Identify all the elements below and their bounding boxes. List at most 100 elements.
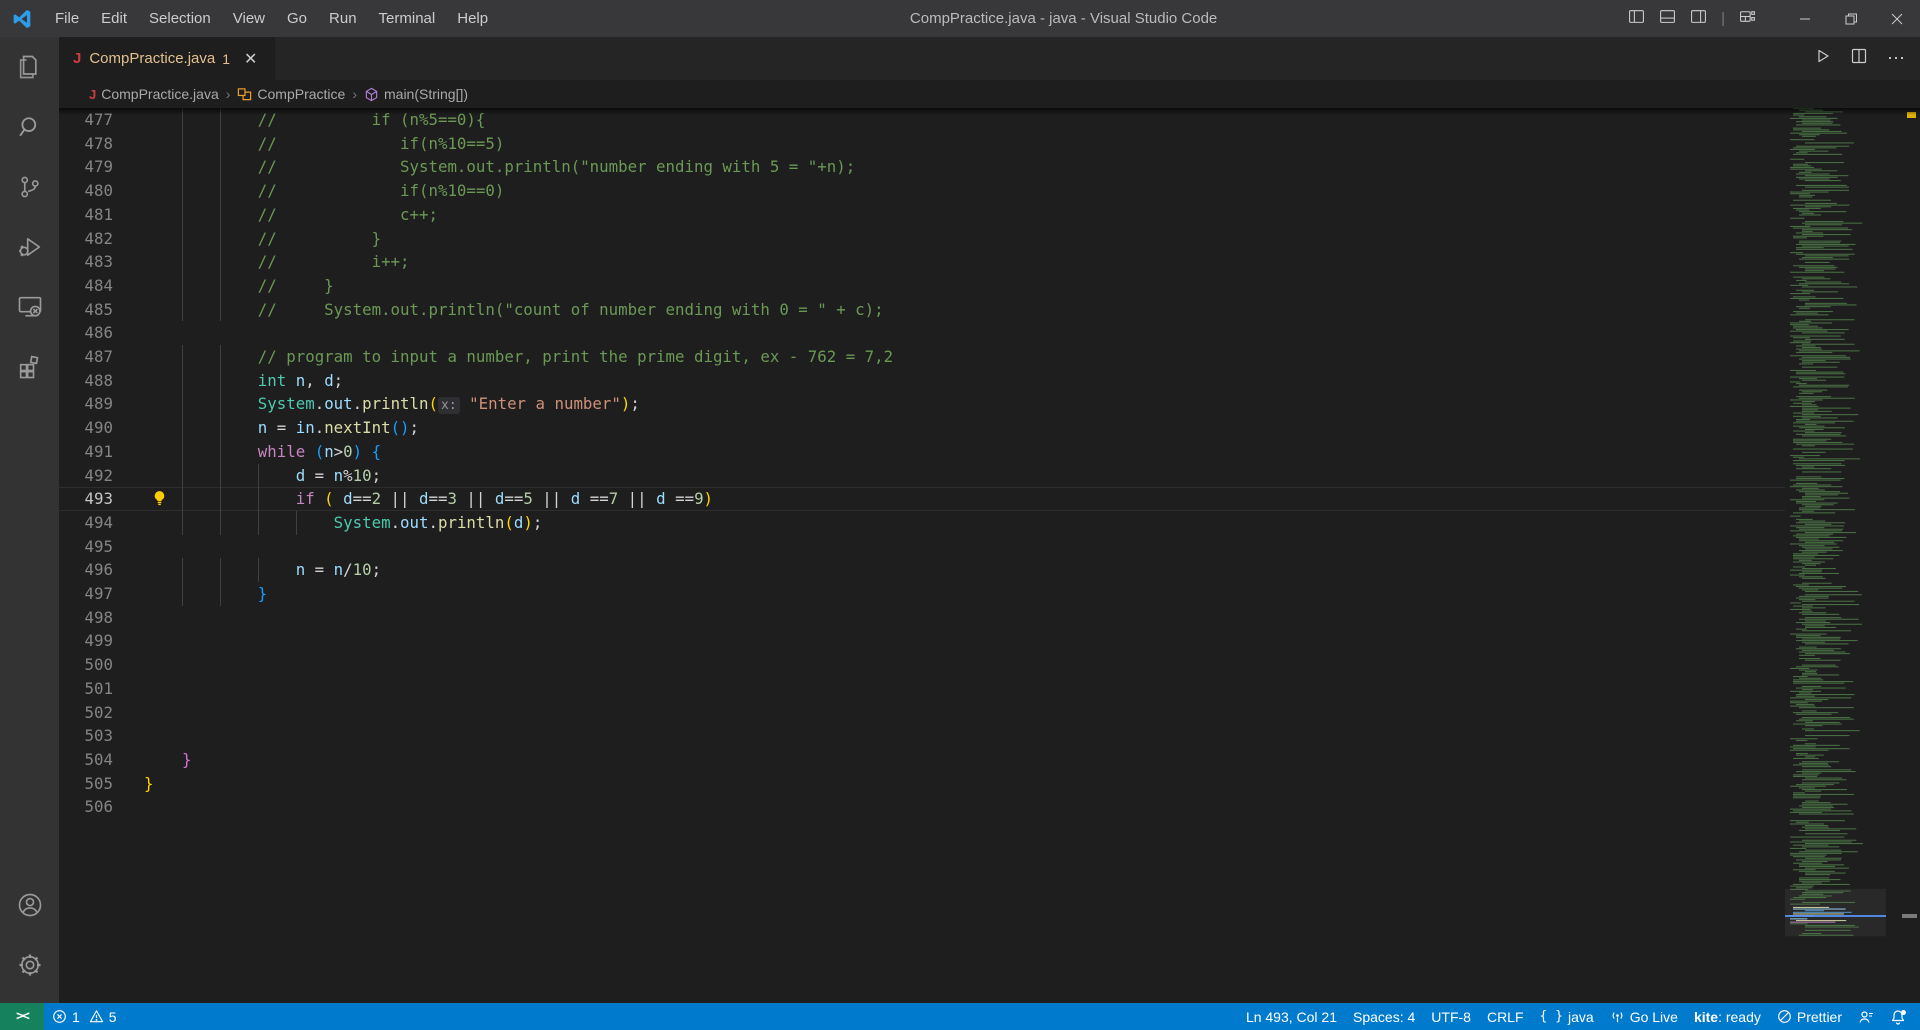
menu-edit[interactable]: Edit <box>90 0 138 37</box>
account-icon[interactable] <box>0 875 59 935</box>
menu-run[interactable]: Run <box>318 0 368 37</box>
menu-selection[interactable]: Selection <box>138 0 222 37</box>
statusbar-language-mode[interactable]: { }java <box>1532 1003 1602 1030</box>
code-line[interactable]: 490 n = in.nextInt(); <box>59 416 1785 440</box>
notification-badge <box>1901 1010 1906 1015</box>
indent-guide <box>182 345 183 369</box>
code-line[interactable]: 505} <box>59 772 1785 796</box>
remote-explorer-icon[interactable] <box>0 277 59 337</box>
menu-file[interactable]: File <box>44 0 90 37</box>
explorer-icon[interactable] <box>0 37 59 97</box>
toggle-sidebar-icon[interactable] <box>1628 8 1645 30</box>
statusbar-kite-status[interactable]: kite: ready <box>1686 1003 1769 1030</box>
code-line[interactable]: 504 } <box>59 748 1785 772</box>
code-line[interactable]: 500 <box>59 653 1785 677</box>
indent-guide <box>182 108 183 132</box>
run-debug-icon[interactable] <box>0 217 59 277</box>
minimize-icon[interactable] <box>1782 0 1828 37</box>
code-line-current[interactable]: 493 if ( d==2 || d==3 || d==5 || d ==7 |… <box>59 487 1785 511</box>
extensions-icon[interactable] <box>0 337 59 397</box>
code-line[interactable]: 485 // System.out.println("count of numb… <box>59 298 1785 322</box>
minimap[interactable] <box>1785 108 1886 1003</box>
line-number: 481 <box>59 203 113 227</box>
code-line[interactable]: 482 // } <box>59 227 1785 251</box>
statusbar-feedback[interactable] <box>1850 1003 1882 1030</box>
customize-layout-icon[interactable] <box>1739 8 1756 30</box>
indent-guide <box>258 558 259 582</box>
tab-close-icon[interactable]: ✕ <box>244 49 257 69</box>
statusbar-go-live[interactable]: Go Live <box>1602 1003 1686 1030</box>
layout-controls: | <box>1628 8 1756 30</box>
breadcrumb-item-0[interactable]: JCompPractice.java <box>89 86 219 102</box>
menu-help[interactable]: Help <box>446 0 499 37</box>
code-line[interactable]: 481 // c++; <box>59 203 1785 227</box>
menu-view[interactable]: View <box>222 0 276 37</box>
code-line[interactable]: 483 // i++; <box>59 250 1785 274</box>
code-area[interactable]: 477 // if (n%5==0){478 // if(n%10==5)479… <box>59 108 1920 1003</box>
remote-indicator[interactable]: >< <box>0 1003 44 1030</box>
code-line[interactable]: 486 <box>59 321 1785 345</box>
statusbar-notifications[interactable] <box>1882 1003 1914 1030</box>
indent-guide <box>296 511 297 535</box>
statusbar-eol[interactable]: CRLF <box>1479 1003 1532 1030</box>
code-line[interactable]: 497 } <box>59 582 1785 606</box>
breadcrumb-item-1[interactable]: CompPractice <box>237 86 345 102</box>
tab-comppractice-java[interactable]: J CompPractice.java 1 ✕ <box>59 37 275 80</box>
settings-gear-icon[interactable] <box>0 935 59 995</box>
editor-pane[interactable]: 477 // if (n%5==0){478 // if(n%10==5)479… <box>59 108 1920 1003</box>
run-icon[interactable] <box>1815 48 1831 69</box>
breadcrumb-item-2[interactable]: main(String[]) <box>364 86 468 102</box>
code-line[interactable]: 503 <box>59 724 1785 748</box>
code-line[interactable]: 484 // } <box>59 274 1785 298</box>
source-control-icon[interactable] <box>0 157 59 217</box>
code-line[interactable]: 506 <box>59 795 1785 819</box>
code-line[interactable]: 494 System.out.println(d); <box>59 511 1785 535</box>
code-line[interactable]: 492 d = n%10; <box>59 464 1785 488</box>
code-line[interactable]: 495 <box>59 535 1785 559</box>
code-line[interactable]: 499 <box>59 629 1785 653</box>
close-icon[interactable] <box>1874 0 1920 37</box>
code-line[interactable]: 498 <box>59 606 1785 630</box>
split-editor-icon[interactable] <box>1851 48 1867 69</box>
line-number: 501 <box>59 677 113 701</box>
menu-go[interactable]: Go <box>276 0 318 37</box>
code-line[interactable]: 496 n = n/10; <box>59 558 1785 582</box>
statusbar-cursor-position[interactable]: Ln 493, Col 21 <box>1238 1003 1345 1030</box>
code-text: // } <box>144 227 1785 251</box>
toggle-panel-icon[interactable] <box>1659 8 1676 30</box>
restore-icon[interactable] <box>1828 0 1874 37</box>
code-line[interactable]: 487 // program to input a number, print … <box>59 345 1785 369</box>
menu-terminal[interactable]: Terminal <box>368 0 447 37</box>
indent-guide <box>182 392 183 418</box>
code-line[interactable]: 479 // System.out.println("number ending… <box>59 155 1785 179</box>
indent-guide <box>182 227 183 251</box>
tab-problem-badge: 1 <box>222 51 230 67</box>
indent-guide <box>220 108 221 132</box>
line-number: 494 <box>59 511 113 535</box>
toggle-secondary-sidebar-icon[interactable] <box>1690 8 1707 30</box>
overview-ruler-scrollbar[interactable] <box>1886 108 1920 1003</box>
code-line[interactable]: 488 int n, d; <box>59 369 1785 393</box>
problems-indicator[interactable]: 1 5 <box>44 1003 125 1030</box>
line-number: 495 <box>59 535 113 559</box>
code-line[interactable]: 477 // if (n%5==0){ <box>59 108 1785 132</box>
statusbar-indentation[interactable]: Spaces: 4 <box>1345 1003 1423 1030</box>
breadcrumb: JCompPractice.java›CompPractice›main(Str… <box>59 80 1920 108</box>
search-icon[interactable] <box>0 97 59 157</box>
indent-guide <box>182 440 183 464</box>
statusbar-prettier[interactable]: Prettier <box>1769 1003 1850 1030</box>
code-line[interactable]: 489 System.out.println(x: "Enter a numbe… <box>59 392 1785 416</box>
window-title: CompPractice.java - java - Visual Studio… <box>499 10 1628 27</box>
indent-guide <box>182 203 183 227</box>
code-line[interactable]: 491 while (n>0) { <box>59 440 1785 464</box>
indent-guide <box>220 487 221 511</box>
code-text: n = in.nextInt(); <box>144 416 1785 440</box>
code-line[interactable]: 502 <box>59 701 1785 725</box>
line-number: 493 <box>59 487 113 511</box>
code-line[interactable]: 501 <box>59 677 1785 701</box>
more-actions-icon[interactable]: ⋯ <box>1887 48 1906 69</box>
vscode-logo-icon[interactable] <box>0 9 44 29</box>
code-line[interactable]: 478 // if(n%10==5) <box>59 132 1785 156</box>
statusbar-encoding[interactable]: UTF-8 <box>1423 1003 1479 1030</box>
code-line[interactable]: 480 // if(n%10==0) <box>59 179 1785 203</box>
